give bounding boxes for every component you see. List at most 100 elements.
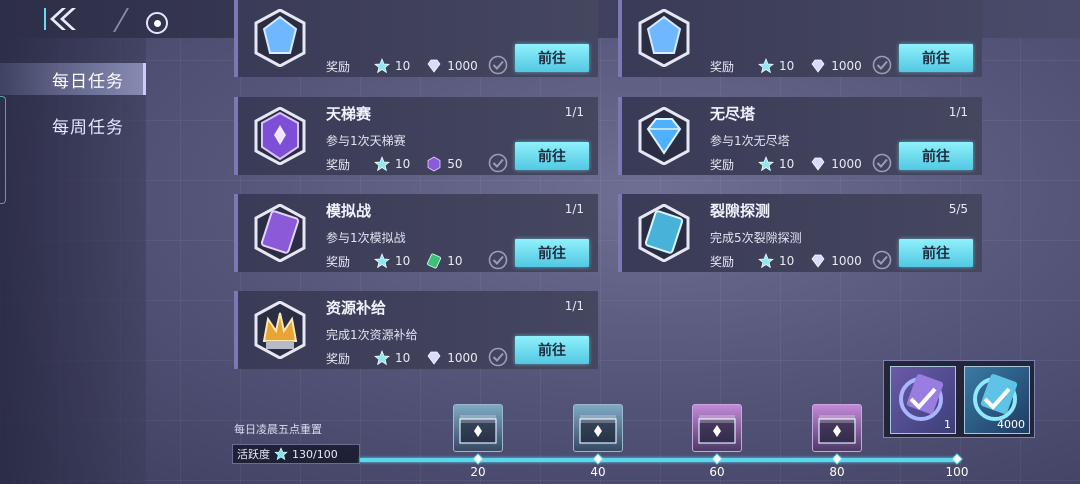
activity-label-box: 活跃度 130/100 — [232, 444, 360, 464]
reward-item: 10 — [758, 156, 794, 172]
quest-progress: 1/1 — [564, 105, 584, 119]
reward-preview-popup: 1 4000 — [883, 360, 1035, 438]
activity-value: 130/100 — [292, 447, 338, 461]
go-button[interactable]: 前往 — [515, 336, 589, 364]
reward-value: 1000 — [447, 351, 478, 365]
purple-chest-icon — [818, 415, 856, 444]
star-badge-icon — [758, 156, 774, 172]
double-chevron-left-icon — [44, 8, 76, 30]
reward-row: 奖励 10 10 — [326, 252, 479, 270]
quest-card: 天梯赛 1/1 参与1次天梯赛 奖励 10 50 前往 — [234, 97, 598, 175]
milestone-label: 80 — [829, 465, 845, 479]
milestone-label: 40 — [590, 465, 606, 479]
reward-chest-button[interactable] — [453, 404, 503, 452]
reward-item: 1000 — [810, 253, 862, 269]
reward-item: 10 — [374, 350, 410, 366]
reward-chest-button[interactable] — [692, 404, 742, 452]
reward-value: 1000 — [447, 59, 478, 73]
go-button[interactable]: 前往 — [515, 239, 589, 267]
quest-description: 完成5次裂隙探测 — [710, 231, 802, 245]
purple-ticket-icon — [254, 204, 306, 262]
quest-description: 完成1次资源补给 — [326, 328, 418, 342]
milestone-label: 20 — [470, 465, 486, 479]
quest-title: 裂隙探测 — [710, 202, 771, 220]
top-separator — [113, 8, 129, 32]
quest-card: 奖励 10 1000 前往 — [234, 0, 598, 77]
quest-card: 模拟战 1/1 参与1次模拟战 奖励 10 10 前往 — [234, 194, 598, 272]
popup-count-0: 1 — [944, 418, 951, 431]
reset-note: 每日凌晨五点重置 — [234, 423, 322, 436]
reward-value: 10 — [395, 59, 411, 73]
reward-value: 1000 — [831, 157, 862, 171]
reward-value: 1000 — [831, 254, 862, 268]
quest-title: 无尽塔 — [710, 105, 756, 123]
tab-daily-tasks[interactable]: 每日任务 — [0, 63, 146, 95]
quest-progress: 5/5 — [948, 202, 968, 216]
reward-row: 奖励 10 1000 — [710, 252, 878, 270]
sidebar — [0, 38, 146, 484]
reward-row: 奖励 10 50 — [326, 155, 479, 173]
blue-chest-icon — [579, 415, 617, 444]
green-ticket-icon — [426, 253, 442, 269]
popup-count-1: 4000 — [997, 418, 1025, 431]
diamond-icon — [810, 58, 826, 74]
reward-item: 10 — [374, 58, 410, 74]
popup-item-1[interactable]: 4000 — [964, 366, 1030, 434]
reward-row: 奖励 10 1000 — [326, 57, 494, 75]
golden-crown-icon — [254, 301, 306, 359]
reward-item: 10 — [758, 253, 794, 269]
back-button[interactable] — [30, 4, 90, 34]
diamond-icon — [810, 253, 826, 269]
star-badge-icon — [274, 447, 288, 461]
reward-row: 奖励 10 1000 — [710, 155, 878, 173]
reward-chest-button[interactable] — [573, 404, 623, 452]
reward-value: 50 — [447, 157, 463, 171]
purple-hex-token-icon — [426, 156, 442, 172]
blue-ticket-icon — [638, 204, 690, 262]
reward-item: 1000 — [426, 58, 478, 74]
reward-label: 奖励 — [710, 157, 735, 172]
reward-label: 奖励 — [710, 254, 735, 269]
go-button[interactable]: 前往 — [515, 142, 589, 170]
go-button[interactable]: 前往 — [899, 142, 973, 170]
quest-progress: 1/1 — [564, 202, 584, 216]
checkmark-circle-icon — [488, 55, 508, 75]
blue-diamond-icon — [638, 107, 690, 165]
reward-value: 10 — [395, 157, 411, 171]
blue-chest-icon — [459, 415, 497, 444]
quest-card: 无尽塔 1/1 参与1次无尽塔 奖励 10 1000 前往 — [618, 97, 982, 175]
record-button[interactable] — [146, 12, 168, 34]
reward-item: 10 — [758, 58, 794, 74]
go-button[interactable]: 前往 — [899, 44, 973, 72]
reward-item: 1000 — [426, 350, 478, 366]
blue-crystal-icon — [638, 9, 690, 67]
quest-card: 裂隙探测 5/5 完成5次裂隙探测 奖励 10 1000 前往 — [618, 194, 982, 272]
quest-description: 参与1次无尽塔 — [710, 134, 790, 148]
reward-label: 奖励 — [326, 351, 351, 366]
quest-description: 参与1次天梯赛 — [326, 134, 406, 148]
go-button[interactable]: 前往 — [899, 239, 973, 267]
quest-progress: 1/1 — [564, 299, 584, 313]
reward-item: 10 — [426, 253, 463, 269]
reward-value: 10 — [395, 351, 411, 365]
reward-value: 10 — [779, 157, 795, 171]
quest-title: 天梯赛 — [326, 105, 372, 123]
quest-description: 参与1次模拟战 — [326, 231, 406, 245]
purple-chest-icon — [698, 415, 736, 444]
reward-chest-button[interactable] — [812, 404, 862, 452]
reward-item: 1000 — [810, 156, 862, 172]
reward-label: 奖励 — [326, 254, 351, 269]
go-button[interactable]: 前往 — [515, 44, 589, 72]
reward-row: 奖励 10 1000 — [326, 349, 494, 367]
checkmark-circle-icon — [872, 55, 892, 75]
reward-label: 奖励 — [326, 59, 351, 74]
reward-label: 奖励 — [326, 157, 351, 172]
reward-value: 1000 — [831, 59, 862, 73]
reward-item: 10 — [374, 253, 410, 269]
star-badge-icon — [758, 253, 774, 269]
quest-title: 资源补给 — [326, 299, 387, 317]
popup-item-0[interactable]: 1 — [890, 366, 956, 434]
reward-value: 10 — [779, 254, 795, 268]
tab-weekly-tasks[interactable]: 每周任务 — [0, 109, 146, 141]
reward-row: 奖励 10 1000 — [710, 57, 878, 75]
